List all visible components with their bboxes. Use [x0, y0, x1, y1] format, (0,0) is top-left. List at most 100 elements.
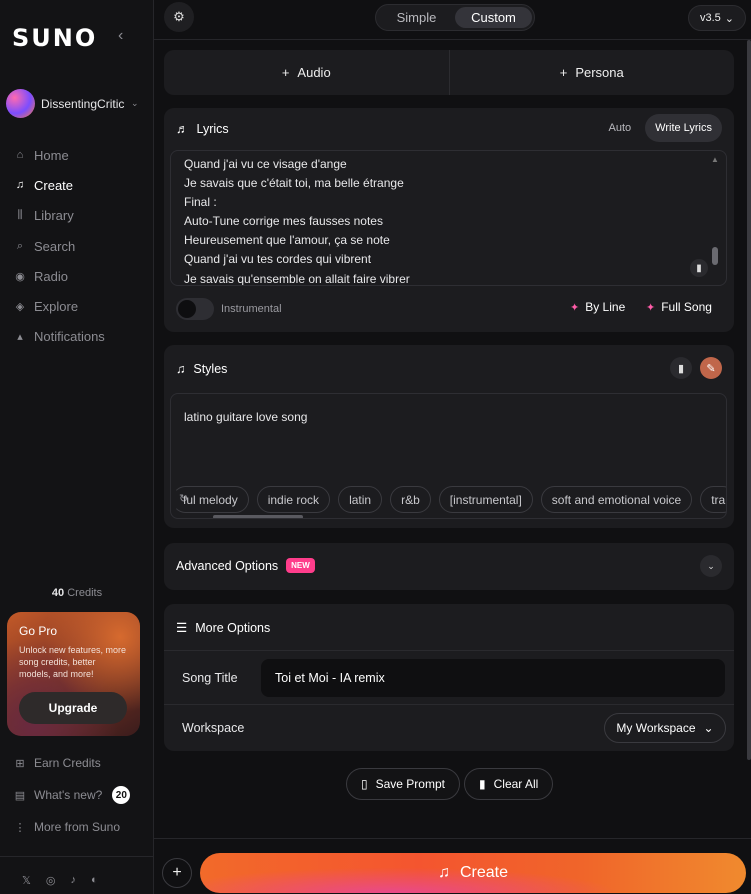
save-prompt-label: Save Prompt	[375, 777, 445, 791]
main-scrollbar[interactable]	[747, 40, 751, 838]
instrumental-toggle[interactable]	[176, 298, 214, 320]
nav-label: Radio	[34, 268, 68, 284]
more-from-suno-link[interactable]: ⋮ More from Suno	[14, 811, 130, 843]
add-audio-label: Audio	[297, 65, 331, 80]
chevron-down-icon: ⌄	[703, 721, 714, 735]
styles-title: Styles	[193, 362, 228, 376]
bell-icon: ▴	[17, 331, 23, 344]
style-suggestions: ful melody indie rock latin r&b [instrum…	[172, 486, 726, 513]
by-line-label: By Line	[585, 300, 626, 314]
workspace-select[interactable]: My Workspace ⌄	[604, 713, 726, 743]
lyrics-text: Quand j'ai vu ce visage d'ange Je savais…	[184, 155, 410, 285]
sparkle-icon: ✦	[570, 301, 580, 314]
model-version-select[interactable]: v3.5 ⌄	[688, 5, 746, 31]
save-prompt-button[interactable]: ▯ Save Prompt	[346, 768, 460, 800]
lyrics-scrollbar[interactable]: ▲	[710, 155, 720, 281]
bookmark-icon: ▯	[361, 777, 368, 791]
nav-item-create[interactable]: ♫ Create	[14, 170, 105, 200]
styles-header: ♫ Styles	[176, 362, 227, 376]
list-icon: ☰	[176, 621, 188, 635]
nav-label: Library	[34, 208, 74, 224]
settings-button[interactable]: ⚙	[164, 2, 194, 32]
divider	[0, 856, 154, 857]
chips-scrollbar[interactable]	[213, 515, 303, 518]
style-chip[interactable]: latin	[338, 486, 383, 513]
style-chip[interactable]: indie rock	[256, 486, 331, 513]
tiktok-icon[interactable]: ♪	[70, 874, 76, 887]
x-icon[interactable]: 𝕏	[22, 874, 31, 887]
trash-icon: ▮	[677, 362, 685, 375]
magic-wand-button[interactable]: ✎	[700, 357, 722, 379]
plus-icon: +	[281, 65, 290, 80]
avatar[interactable]	[6, 89, 35, 118]
chevron-down-icon: ⌄	[724, 12, 734, 25]
generate-by-line-button[interactable]: ✦ By Line	[570, 300, 625, 314]
more-options-header: ☰ More Options	[176, 620, 270, 636]
collapse-sidebar-icon[interactable]: ‹	[118, 27, 123, 45]
add-audio-button[interactable]: + Audio	[164, 50, 449, 95]
scroll-up-icon[interactable]: ▲	[710, 155, 720, 164]
nav-label: Explore	[34, 299, 79, 315]
create-panel: ⚙ Simple Custom v3.5 ⌄ + Audio + Persona…	[154, 0, 751, 894]
nav-item-search[interactable]: ⌕ Search	[14, 231, 105, 261]
mode-simple-button[interactable]: Simple	[378, 7, 455, 28]
nav-item-radio[interactable]: ◉ Radio	[14, 261, 105, 291]
divider	[164, 650, 734, 651]
song-title-label: Song Title	[182, 671, 238, 685]
add-button[interactable]: +	[162, 858, 192, 888]
nav-item-library[interactable]: ⫼ Library	[14, 201, 105, 231]
tab-auto[interactable]: Auto	[599, 114, 642, 142]
trash-icon: ▮	[479, 777, 486, 791]
style-chip[interactable]: tra	[700, 486, 726, 513]
scroll-thumb[interactable]	[747, 40, 751, 760]
library-icon: ⫼	[17, 209, 23, 222]
credits-number: 40	[51, 587, 65, 599]
style-chip[interactable]: ful melody	[172, 486, 249, 513]
expand-advanced-button[interactable]: ⌄	[700, 555, 722, 577]
nav-item-explore[interactable]: ◈ Explore	[14, 291, 105, 321]
nav-item-notifications[interactable]: ▴ Notifications	[14, 322, 105, 352]
clear-all-button[interactable]: ▮ Clear All	[464, 768, 554, 800]
create-button[interactable]: ♫ Create	[200, 853, 746, 893]
upgrade-button[interactable]: Upgrade	[19, 692, 127, 724]
news-icon: ▤	[14, 789, 26, 802]
mode-custom-button[interactable]: Custom	[455, 7, 532, 28]
nav-item-home[interactable]: ⌂ Home	[14, 140, 105, 170]
styles-text: latino guitare love song	[184, 410, 308, 424]
search-icon: ⌕	[16, 239, 24, 252]
style-chip[interactable]: r&b	[390, 486, 431, 513]
lyrics-header: ♬ Lyrics	[176, 122, 229, 136]
sidebar-footer: ⊞ Earn Credits ▤ What's new? 20 ⋮ More f…	[14, 747, 131, 843]
sidebar: SUNO ‹ DissentingCritic9 ⌄ ⌂ Home ♫ Crea…	[0, 0, 154, 894]
more-from-suno-label: More from Suno	[34, 820, 121, 834]
lyrics-line: Je savais que c'était toi, ma belle étra…	[184, 176, 404, 191]
add-persona-button[interactable]: + Persona	[448, 50, 735, 95]
create-label: Create	[459, 864, 509, 881]
version-label: v3.5	[699, 12, 721, 24]
earn-credits-link[interactable]: ⊞ Earn Credits	[14, 747, 130, 779]
song-title-input[interactable]: Toi et Moi - IA remix	[261, 659, 725, 697]
lyrics-line: Quand j'ai vu ce visage d'ange	[184, 157, 347, 171]
style-chip[interactable]: soft and emotional voice	[540, 486, 693, 513]
compass-icon: ◈	[15, 301, 25, 314]
tab-write-lyrics[interactable]: Write Lyrics	[645, 114, 722, 142]
advanced-options-section[interactable]: Advanced Options NEW ⌄	[164, 543, 734, 590]
styles-textarea[interactable]: latino guitare love song ↻ ful melody in…	[170, 393, 727, 519]
user-menu[interactable]: DissentingCritic9 ⌄	[6, 89, 139, 118]
instagram-icon[interactable]: ◎	[46, 874, 56, 887]
scroll-thumb[interactable]	[712, 247, 718, 265]
suno-logo[interactable]: SUNO	[12, 24, 97, 52]
generate-full-song-button[interactable]: ✦ Full Song	[646, 300, 712, 314]
lyrics-textarea[interactable]: Quand j'ai vu ce visage d'ange Je savais…	[170, 150, 727, 286]
clear-lyrics-button[interactable]: ▮	[690, 259, 708, 277]
sparkle-icon: ✦	[646, 301, 656, 314]
clear-all-label: Clear All	[493, 777, 539, 791]
add-persona-label: Persona	[575, 65, 624, 80]
discord-icon[interactable]: ◐	[91, 874, 98, 887]
advanced-options-label: Advanced Options	[176, 558, 279, 573]
gear-icon: ⚙	[173, 9, 185, 24]
clear-styles-button[interactable]: ▮	[670, 357, 692, 379]
social-links: 𝕏 ◎ ♪ ◐	[22, 874, 98, 887]
whats-new-link[interactable]: ▤ What's new? 20	[14, 779, 131, 811]
style-chip[interactable]: [instrumental]	[438, 486, 533, 513]
